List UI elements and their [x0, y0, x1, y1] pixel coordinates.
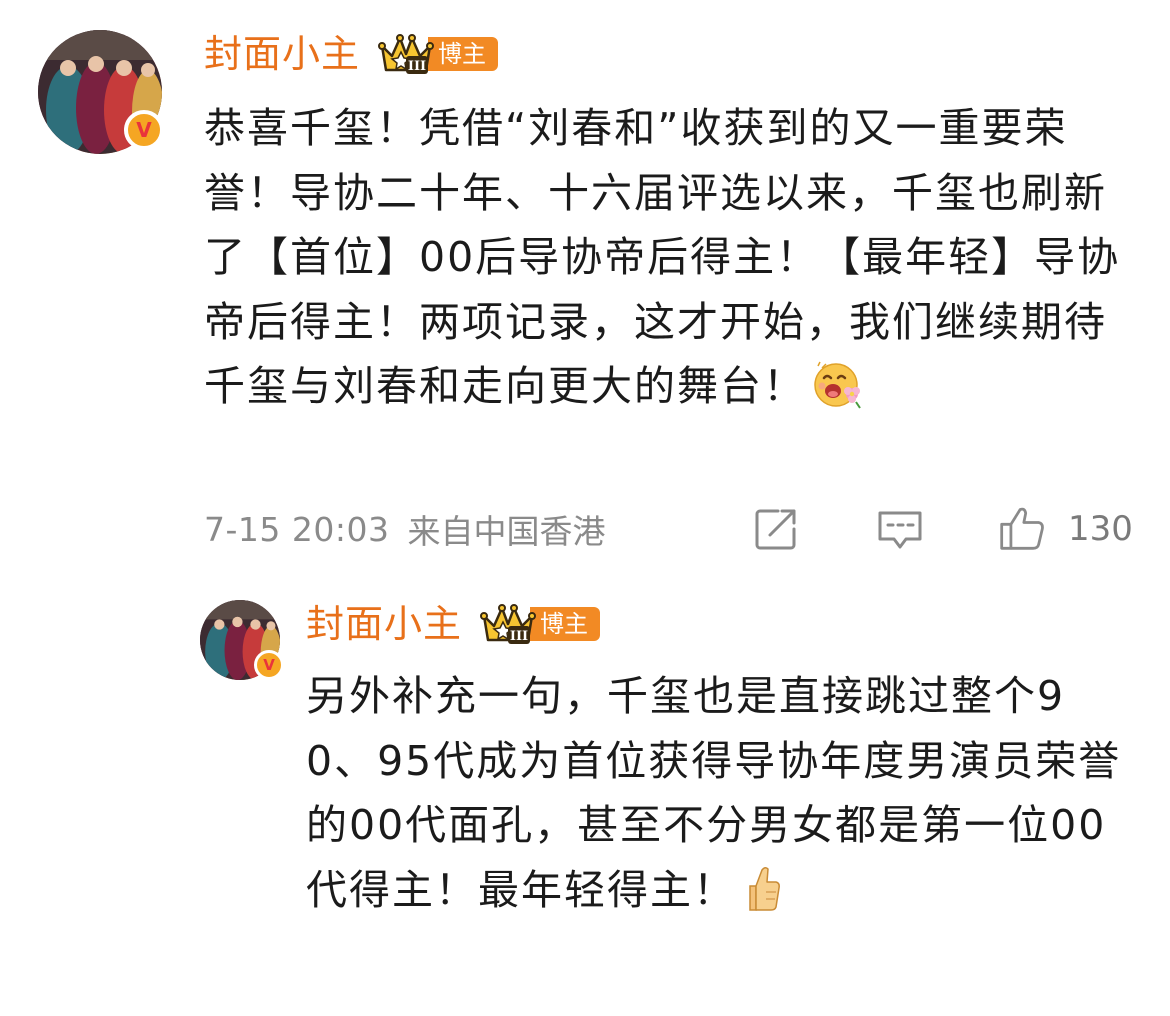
- crown-icon: III: [378, 34, 435, 74]
- comment-text: 恭喜千玺！凭借“刘春和”收获到的又一重要荣誉！导协二十年、十六届评选以来，千玺也…: [204, 96, 1134, 419]
- avatar[interactable]: V: [38, 30, 164, 154]
- flower-smile-emoji-icon: [814, 361, 861, 409]
- svg-text:III: III: [408, 59, 426, 74]
- badge-label: 博主: [530, 607, 601, 641]
- reply-text: 另外补充一句，千玺也是直接跳过整个90、95代成为首位获得导协年度男演员荣誉的0…: [306, 664, 1126, 922]
- crown-icon: III: [480, 604, 537, 644]
- like-icon[interactable]: [998, 504, 1046, 552]
- svg-text:III: III: [510, 629, 528, 644]
- blogger-badge[interactable]: III 博主: [378, 32, 499, 76]
- verified-badge-icon: V: [124, 110, 164, 150]
- thumbs-up-emoji-icon: [749, 866, 780, 911]
- timestamp: 7-15 20:03: [204, 509, 390, 549]
- reply-avatar[interactable]: V: [200, 600, 284, 680]
- comment-text-content: 恭喜千玺！凭借“刘春和”收获到的又一重要荣誉！导协二十年、十六届评选以来，千玺也…: [204, 104, 1121, 410]
- username[interactable]: 封面小主: [204, 28, 360, 80]
- badge-label: 博主: [428, 37, 499, 71]
- comment-header: 封面小主 III 博主: [204, 28, 499, 80]
- share-icon[interactable]: [752, 505, 800, 553]
- verified-badge-icon: V: [254, 650, 284, 680]
- comment-meta: 7-15 20:03 来自中国香港 130: [204, 504, 1134, 554]
- reply-blogger-badge[interactable]: III 博主: [480, 602, 601, 646]
- reply-header: 封面小主 III 博主: [306, 598, 601, 650]
- reply-username[interactable]: 封面小主: [306, 598, 462, 650]
- like-count: 130: [1068, 509, 1133, 549]
- reply-text-content: 另外补充一句，千玺也是直接跳过整个90、95代成为首位获得导协年度男演员荣誉的0…: [306, 672, 1122, 914]
- location: 来自中国香港: [407, 512, 606, 551]
- comment-icon[interactable]: [876, 505, 924, 553]
